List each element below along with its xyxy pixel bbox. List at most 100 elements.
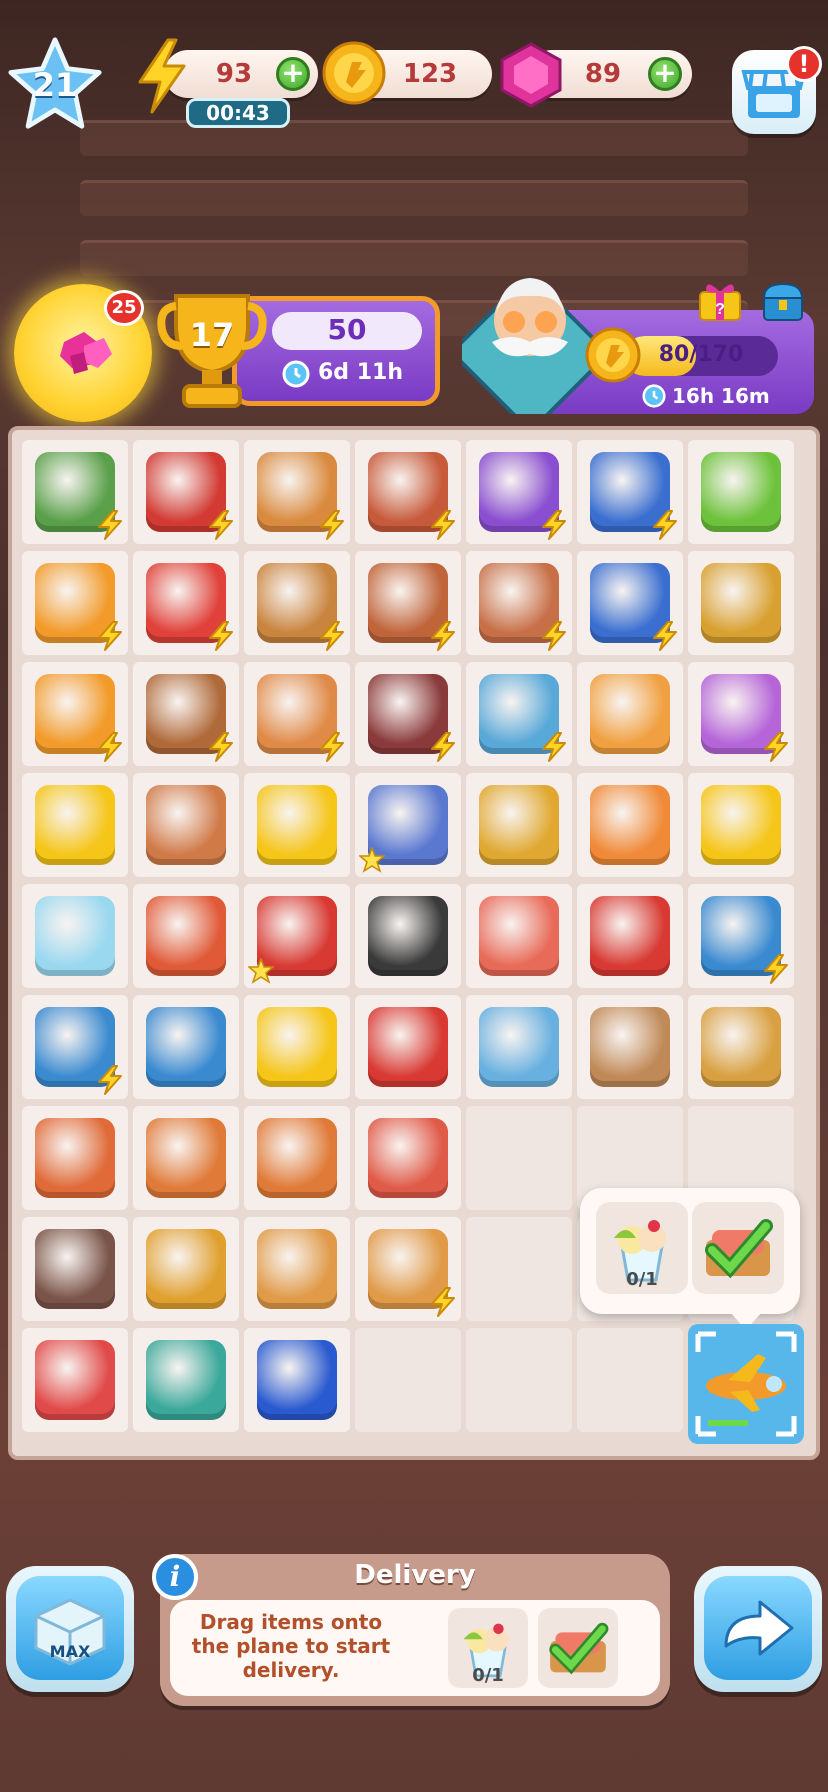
level-star[interactable]: 21 xyxy=(6,36,104,132)
board-cell[interactable] xyxy=(577,773,683,877)
board-cell[interactable] xyxy=(355,440,461,544)
board-cell[interactable] xyxy=(466,1328,572,1432)
energy-bolts-2-icon xyxy=(257,1007,337,1087)
blue-lockbox-icon xyxy=(257,1340,337,1420)
board-cell[interactable] xyxy=(244,662,350,766)
board-cell[interactable] xyxy=(355,551,461,655)
yellow-flowers-icon xyxy=(257,785,337,865)
board-cell[interactable] xyxy=(688,773,794,877)
board-cell[interactable] xyxy=(466,1106,572,1210)
board-cell[interactable] xyxy=(22,884,128,988)
delivery-plane[interactable] xyxy=(688,1324,804,1444)
board-cell[interactable] xyxy=(355,1328,461,1432)
board-cell[interactable] xyxy=(133,884,239,988)
cardboard-box-icon xyxy=(590,1007,670,1087)
board-cell[interactable] xyxy=(22,1217,128,1321)
board-cell[interactable] xyxy=(133,551,239,655)
board-cell[interactable] xyxy=(133,995,239,1099)
chest-icon[interactable] xyxy=(760,282,806,322)
opera-glasses-icon xyxy=(368,1118,448,1198)
storage-box-background xyxy=(16,1576,124,1680)
board-cell[interactable] xyxy=(22,662,128,766)
board-cell[interactable] xyxy=(133,662,239,766)
coins-value: 123 xyxy=(402,59,458,89)
board-cell[interactable] xyxy=(133,1217,239,1321)
open-gift-box-icon xyxy=(146,1007,226,1087)
ribbon-plate-icon xyxy=(479,1007,559,1087)
board-cell[interactable] xyxy=(133,1106,239,1210)
board-cell[interactable] xyxy=(577,1328,683,1432)
energy-bolt-icon xyxy=(651,621,679,651)
board-cell[interactable] xyxy=(355,662,461,766)
board-cell[interactable] xyxy=(22,995,128,1099)
palm-island-icon xyxy=(701,452,781,532)
board-cell[interactable] xyxy=(688,440,794,544)
board-cell[interactable] xyxy=(355,773,461,877)
board-cell[interactable] xyxy=(244,551,350,655)
order-progress-bar: 80/170 xyxy=(624,336,778,376)
storage-box-button[interactable]: MAX xyxy=(6,1566,134,1692)
board-cell[interactable] xyxy=(577,440,683,544)
star-icon xyxy=(357,845,387,873)
board-cell[interactable] xyxy=(688,551,794,655)
send-delivery-button[interactable] xyxy=(694,1566,822,1692)
board-cell[interactable] xyxy=(22,440,128,544)
board-cell[interactable] xyxy=(577,662,683,766)
yellow-flowers-2-icon xyxy=(701,785,781,865)
board-cell[interactable] xyxy=(22,1328,128,1432)
energy-bolt-icon xyxy=(429,732,457,762)
board-cell[interactable] xyxy=(355,1106,461,1210)
order-progress-text: 80/170 xyxy=(658,342,744,367)
energy-bolt-icon xyxy=(540,621,568,651)
energy-bolt-icon xyxy=(651,510,679,540)
board-cell[interactable] xyxy=(577,884,683,988)
board-cell[interactable] xyxy=(355,995,461,1099)
board-cell[interactable] xyxy=(466,440,572,544)
board-cell[interactable] xyxy=(244,773,350,877)
energy-bolt-icon xyxy=(96,510,124,540)
museum-ticket-icon xyxy=(368,1007,448,1087)
delivery-panel: Delivery Drag items onto the plane to st… xyxy=(160,1554,670,1706)
energy-bolt-icon xyxy=(207,732,235,762)
gift-icon[interactable]: ? xyxy=(696,278,744,322)
board-cell[interactable] xyxy=(577,995,683,1099)
info-icon[interactable]: i xyxy=(152,1554,198,1600)
board-cell[interactable] xyxy=(22,773,128,877)
add-energy-button[interactable]: + xyxy=(276,57,310,91)
board-cell[interactable] xyxy=(355,1217,461,1321)
board-cell[interactable] xyxy=(133,1328,239,1432)
add-gems-button[interactable]: + xyxy=(648,57,682,91)
red-boots-icon xyxy=(590,896,670,976)
shop-alert-badge: ! xyxy=(786,46,822,82)
board-cell[interactable] xyxy=(466,884,572,988)
board-cell[interactable] xyxy=(244,1106,350,1210)
energy-bolt-icon xyxy=(318,510,346,540)
board-cell[interactable] xyxy=(133,773,239,877)
delivery-title: Delivery xyxy=(354,1560,476,1590)
energy-bolt-icon xyxy=(207,510,235,540)
stair-step xyxy=(80,240,748,276)
board-cell[interactable] xyxy=(244,1217,350,1321)
board-cell[interactable] xyxy=(355,884,461,988)
board-cell[interactable] xyxy=(466,995,572,1099)
board-cell[interactable] xyxy=(688,884,794,988)
board-cell[interactable] xyxy=(688,995,794,1099)
salmon-board-checked-icon xyxy=(705,1219,773,1279)
board-cell[interactable] xyxy=(244,995,350,1099)
order-timer: 16h 16m xyxy=(672,384,770,408)
board-cell[interactable] xyxy=(466,1217,572,1321)
board-cell[interactable] xyxy=(244,1328,350,1432)
board-cell[interactable] xyxy=(466,551,572,655)
board-cell[interactable] xyxy=(244,884,350,988)
board-cell[interactable] xyxy=(577,551,683,655)
board-cell[interactable] xyxy=(466,662,572,766)
snow-globe-icon xyxy=(35,896,115,976)
board-cell[interactable] xyxy=(22,551,128,655)
board-cell[interactable] xyxy=(688,662,794,766)
board-cell[interactable] xyxy=(133,440,239,544)
trophy-level: 17 xyxy=(189,316,235,354)
board-cell[interactable] xyxy=(244,440,350,544)
board-cell[interactable] xyxy=(22,1106,128,1210)
energy-bolt-icon xyxy=(96,621,124,651)
board-cell[interactable] xyxy=(466,773,572,877)
